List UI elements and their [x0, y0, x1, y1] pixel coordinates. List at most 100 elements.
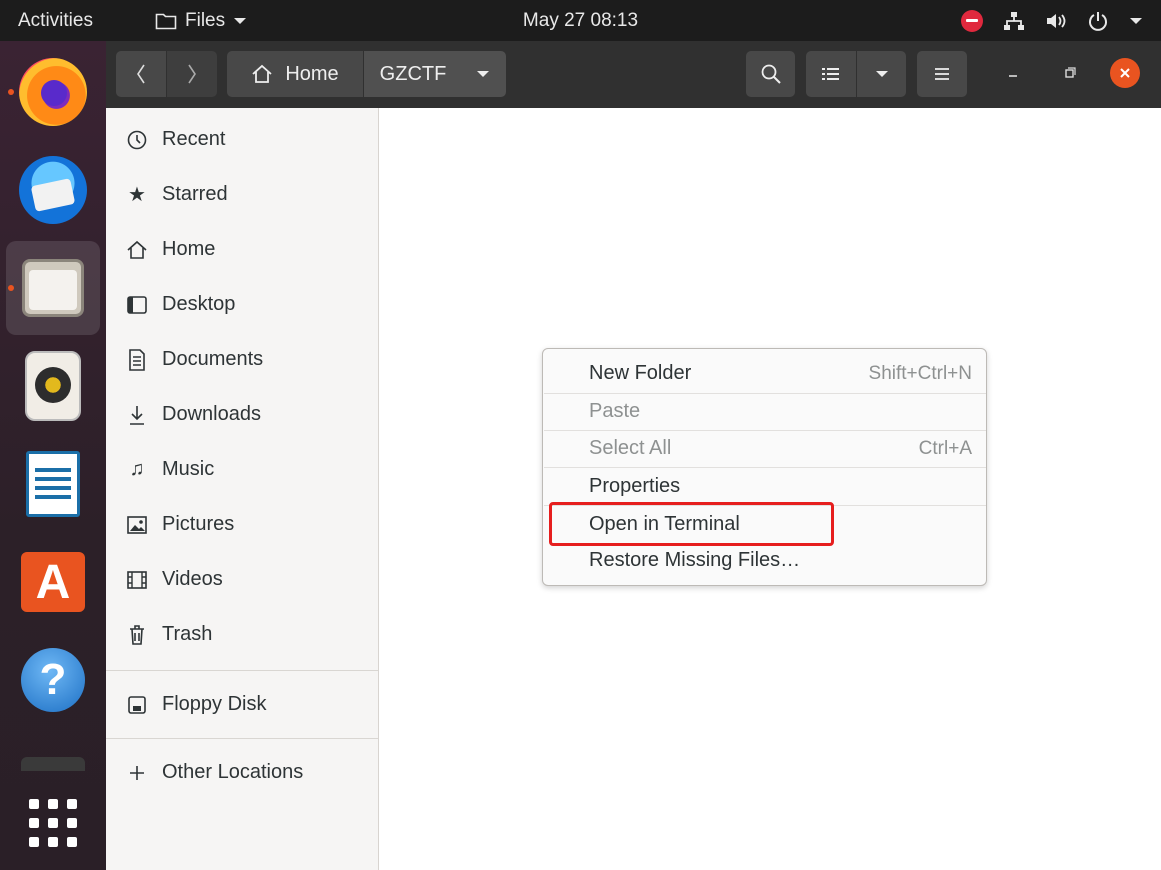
- dock-libreoffice-writer[interactable]: [6, 437, 100, 531]
- menu-item-label: Paste: [589, 400, 641, 422]
- sidebar-item-home[interactable]: Home: [106, 222, 378, 277]
- app-grid-icon: [29, 799, 77, 847]
- menu-item-label: New Folder: [589, 362, 692, 384]
- chevron-down-icon[interactable]: [1129, 16, 1143, 26]
- home-icon: [124, 240, 150, 260]
- menu-item-select-all[interactable]: Select All Ctrl+A: [544, 430, 986, 467]
- show-applications-button[interactable]: [6, 776, 100, 870]
- forward-button[interactable]: [167, 51, 217, 97]
- dock-firefox[interactable]: [6, 45, 100, 139]
- terminal-icon: [21, 757, 85, 771]
- download-icon: [124, 404, 150, 426]
- dock-files[interactable]: [6, 241, 100, 335]
- menu-item-accelerator: Ctrl+A: [918, 437, 972, 459]
- dock-help[interactable]: ?: [6, 633, 100, 727]
- sidebar-item-pictures[interactable]: Pictures: [106, 497, 378, 552]
- close-icon: [1120, 68, 1130, 78]
- star-icon: ★: [128, 184, 146, 206]
- document-icon: [124, 348, 150, 371]
- menu-item-properties[interactable]: Properties: [544, 468, 986, 505]
- activities-button[interactable]: Activities: [10, 0, 101, 41]
- sidebar-item-downloads[interactable]: Downloads: [106, 387, 378, 442]
- sidebar-item-recent[interactable]: Recent: [106, 112, 378, 167]
- sidebar-item-starred[interactable]: ★ Starred: [106, 167, 378, 222]
- sidebar-item-label: Music: [162, 458, 215, 480]
- maximize-button[interactable]: [1055, 58, 1085, 88]
- view-options-button[interactable]: [857, 51, 906, 97]
- app-menu-button[interactable]: Files: [155, 0, 247, 41]
- sidebar-item-label: Floppy Disk: [162, 693, 267, 715]
- clock-icon: [124, 129, 150, 151]
- sidebar-separator: [106, 670, 378, 671]
- dock-thunderbird[interactable]: [6, 143, 100, 237]
- chevron-down-icon: [234, 17, 247, 24]
- thunderbird-icon: [19, 156, 87, 224]
- sidebar-item-videos[interactable]: Videos: [106, 552, 378, 607]
- sidebar-item-desktop[interactable]: Desktop: [106, 277, 378, 332]
- sidebar-item-label: Other Locations: [162, 761, 304, 783]
- sidebar-item-label: Recent: [162, 128, 226, 150]
- close-button[interactable]: [1110, 58, 1140, 88]
- floppy-icon: [124, 695, 150, 715]
- menu-item-open-in-terminal[interactable]: Open in Terminal: [544, 506, 986, 543]
- volume-icon[interactable]: [1045, 11, 1067, 31]
- menu-item-restore-missing-files[interactable]: Restore Missing Files…: [544, 542, 986, 579]
- hamburger-menu-icon: [935, 68, 949, 80]
- dock-ubuntu-software[interactable]: A: [6, 535, 100, 629]
- minimize-icon: [1009, 75, 1017, 77]
- menu-item-label: Select All: [589, 437, 672, 459]
- trash-icon: [124, 624, 150, 646]
- sidebar-item-label: Desktop: [162, 293, 236, 315]
- path-label-gzctf: GZCTF: [379, 62, 447, 85]
- files-icon: [22, 259, 84, 317]
- music-icon: ♫: [129, 458, 145, 480]
- menu-item-label: Restore Missing Files…: [589, 549, 801, 571]
- running-indicator: [8, 89, 14, 95]
- sidebar-item-music[interactable]: ♫ Music: [106, 442, 378, 497]
- path-button-gzctf[interactable]: GZCTF: [364, 51, 506, 97]
- path-label-home: Home: [285, 62, 339, 85]
- menu-item-accelerator: Shift+Ctrl+N: [868, 362, 972, 384]
- context-menu: New Folder Shift+Ctrl+N Paste Select All…: [542, 348, 987, 586]
- network-icon[interactable]: [1003, 11, 1025, 31]
- path-button-home[interactable]: Home: [227, 51, 363, 97]
- do-not-disturb-icon[interactable]: [961, 9, 983, 32]
- menu-item-label: Properties: [589, 475, 681, 497]
- main-menu-button[interactable]: [917, 51, 967, 97]
- chevron-right-icon: [188, 64, 196, 84]
- folder-icon: [155, 13, 177, 29]
- maximize-icon: [1065, 67, 1076, 78]
- view-toggle-button[interactable]: [806, 51, 856, 97]
- menu-item-paste[interactable]: Paste: [544, 393, 986, 430]
- dock: A ?: [0, 41, 106, 870]
- sidebar-item-label: Pictures: [162, 513, 235, 535]
- sidebar-item-label: Documents: [162, 348, 264, 370]
- sidebar-item-label: Videos: [162, 568, 223, 590]
- menu-item-label: Open in Terminal: [589, 513, 740, 535]
- chevron-down-icon: [477, 71, 490, 77]
- videos-icon: [124, 570, 150, 590]
- clock-button[interactable]: May 27 08:13: [523, 10, 638, 32]
- back-button[interactable]: [116, 51, 166, 97]
- top-bar: Activities Files May 27 08:13: [0, 0, 1161, 41]
- home-icon: [252, 64, 272, 83]
- app-menu-label: Files: [185, 9, 226, 31]
- minimize-button[interactable]: [998, 58, 1028, 88]
- search-button[interactable]: [746, 51, 795, 97]
- power-icon[interactable]: [1087, 10, 1109, 32]
- sidebar-item-other-locations[interactable]: Other Locations: [106, 745, 378, 800]
- sidebar-item-trash[interactable]: Trash: [106, 607, 378, 662]
- menu-item-new-folder[interactable]: New Folder Shift+Ctrl+N: [544, 355, 986, 392]
- dock-terminal[interactable]: [6, 741, 100, 771]
- writer-icon: [26, 451, 80, 517]
- rhythmbox-icon: [25, 351, 81, 421]
- dock-rhythmbox[interactable]: [6, 339, 100, 433]
- sidebar-item-floppy-disk[interactable]: Floppy Disk: [106, 677, 378, 732]
- plus-icon: [124, 764, 150, 782]
- sidebar-item-documents[interactable]: Documents: [106, 332, 378, 387]
- running-indicator: [8, 285, 14, 291]
- software-icon: A: [21, 552, 85, 612]
- system-tray[interactable]: [961, 0, 1143, 41]
- activities-label: Activities: [18, 9, 93, 31]
- pictures-icon: [124, 515, 150, 535]
